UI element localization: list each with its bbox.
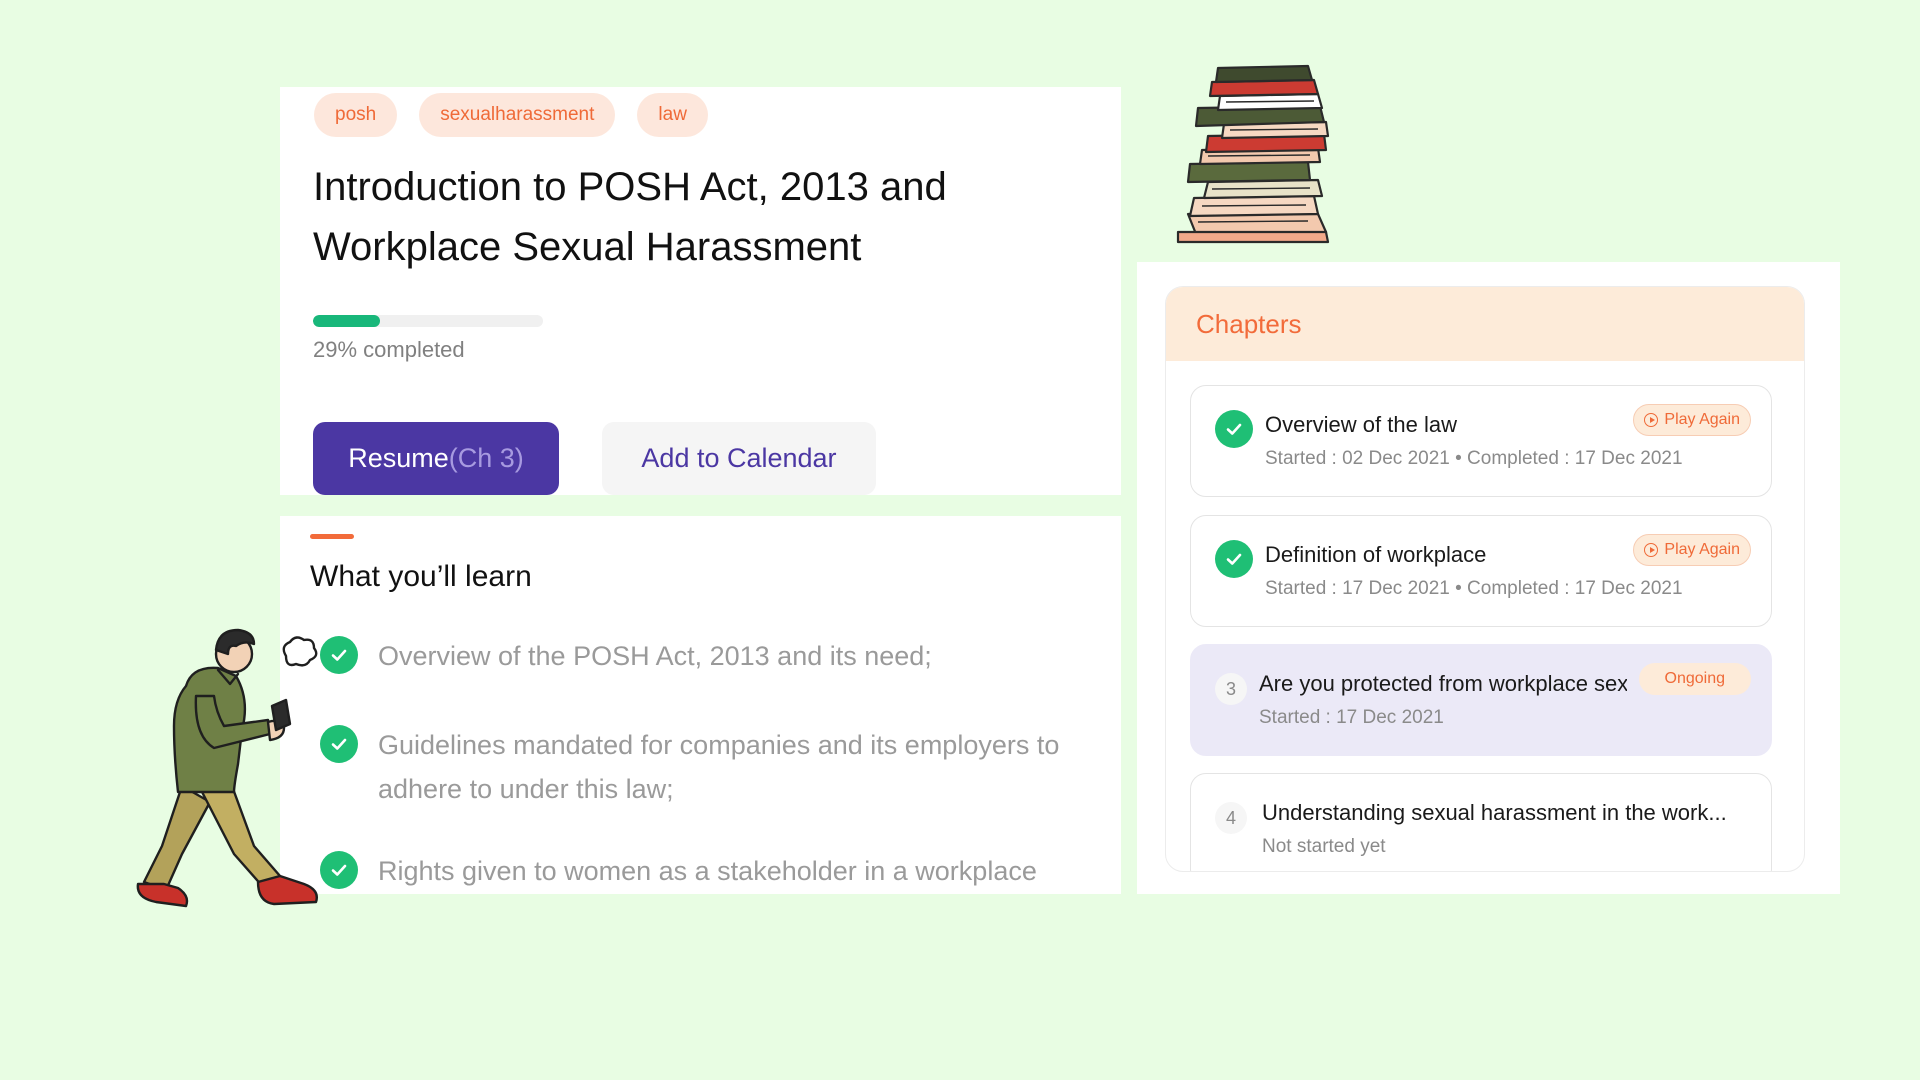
ongoing-badge: Ongoing xyxy=(1638,663,1751,695)
chapter-number: 4 xyxy=(1215,802,1247,834)
check-icon xyxy=(320,725,358,763)
add-to-calendar-button[interactable]: Add to Calendar xyxy=(602,422,876,495)
play-again-button[interactable]: Play Again xyxy=(1633,404,1751,436)
learn-card: What you’ll learn Overview of the POSH A… xyxy=(280,516,1121,894)
page: posh sexualharassment law Introduction t… xyxy=(0,0,1920,1080)
tag-sexualharassment[interactable]: sexualharassment xyxy=(419,93,616,137)
progress-bar-fill xyxy=(313,315,380,327)
walking-man-illustration xyxy=(136,628,318,908)
learn-title: What you’ll learn xyxy=(310,560,532,593)
play-again-label: Play Again xyxy=(1664,411,1740,428)
resume-chapter-label: (Ch 3) xyxy=(448,443,524,473)
chapter-title: Are you protected from workplace sexual … xyxy=(1259,671,1627,696)
book-stack-illustration xyxy=(1176,64,1330,244)
check-icon xyxy=(320,636,358,674)
learn-item-text: Guidelines mandated for companies and it… xyxy=(378,730,1060,804)
resume-button-label: Resume xyxy=(348,443,449,473)
play-circle-icon xyxy=(1644,413,1659,427)
play-circle-icon xyxy=(1644,543,1659,557)
resume-button[interactable]: Resume (Ch 3) xyxy=(313,422,559,495)
chapters-header: Chapters xyxy=(1166,287,1804,361)
course-title: Introduction to POSH Act, 2013 and Workp… xyxy=(313,157,1033,277)
play-again-button[interactable]: Play Again xyxy=(1633,534,1751,566)
chapter-item-4[interactable]: 4 Understanding sexual harassment in the… xyxy=(1190,773,1772,871)
play-again-label: Play Again xyxy=(1664,541,1740,558)
tag-law[interactable]: law xyxy=(637,93,708,137)
chapter-item-1[interactable]: Overview of the law Started : 02 Dec 202… xyxy=(1190,385,1772,497)
learn-item: Overview of the POSH Act, 2013 and its n… xyxy=(320,634,1098,678)
chapter-number: 3 xyxy=(1215,673,1247,705)
chapters-card: Chapters Overview of the law Started : 0… xyxy=(1137,262,1840,894)
progress-label: 29% completed xyxy=(313,337,465,362)
progress-bar xyxy=(313,315,543,327)
learn-item-text: Rights given to women as a stakeholder i… xyxy=(378,856,1037,886)
course-card: posh sexualharassment law Introduction t… xyxy=(280,87,1121,495)
course-title-line-2: Workplace Sexual Harassment xyxy=(313,225,862,269)
section-accent-bar xyxy=(310,534,354,539)
chapter-item-2[interactable]: Definition of workplace Started : 17 Dec… xyxy=(1190,515,1772,627)
tag-posh[interactable]: posh xyxy=(314,93,398,137)
chapter-meta: Not started yet xyxy=(1262,836,1386,857)
check-icon xyxy=(1215,540,1253,578)
check-icon xyxy=(320,851,358,889)
chapters-panel: Chapters Overview of the law Started : 0… xyxy=(1165,286,1805,872)
course-title-line-1: Introduction to POSH Act, 2013 and xyxy=(313,165,947,209)
chapter-title: Understanding sexual harassment in the w… xyxy=(1262,800,1727,825)
tag-list: posh sexualharassment law xyxy=(314,93,708,137)
learn-item: Rights given to women as a stakeholder i… xyxy=(320,849,1098,893)
learn-item: Guidelines mandated for companies and it… xyxy=(320,723,1098,811)
chapter-meta: Started : 17 Dec 2021 • Completed : 17 D… xyxy=(1265,578,1683,599)
chapter-item-3[interactable]: 3 Are you protected from workplace sexua… xyxy=(1190,644,1772,756)
check-icon xyxy=(1215,410,1253,448)
learn-item-text: Overview of the POSH Act, 2013 and its n… xyxy=(378,641,932,671)
chapter-meta: Started : 17 Dec 2021 xyxy=(1259,707,1444,728)
chapter-meta: Started : 02 Dec 2021 • Completed : 17 D… xyxy=(1265,448,1683,469)
